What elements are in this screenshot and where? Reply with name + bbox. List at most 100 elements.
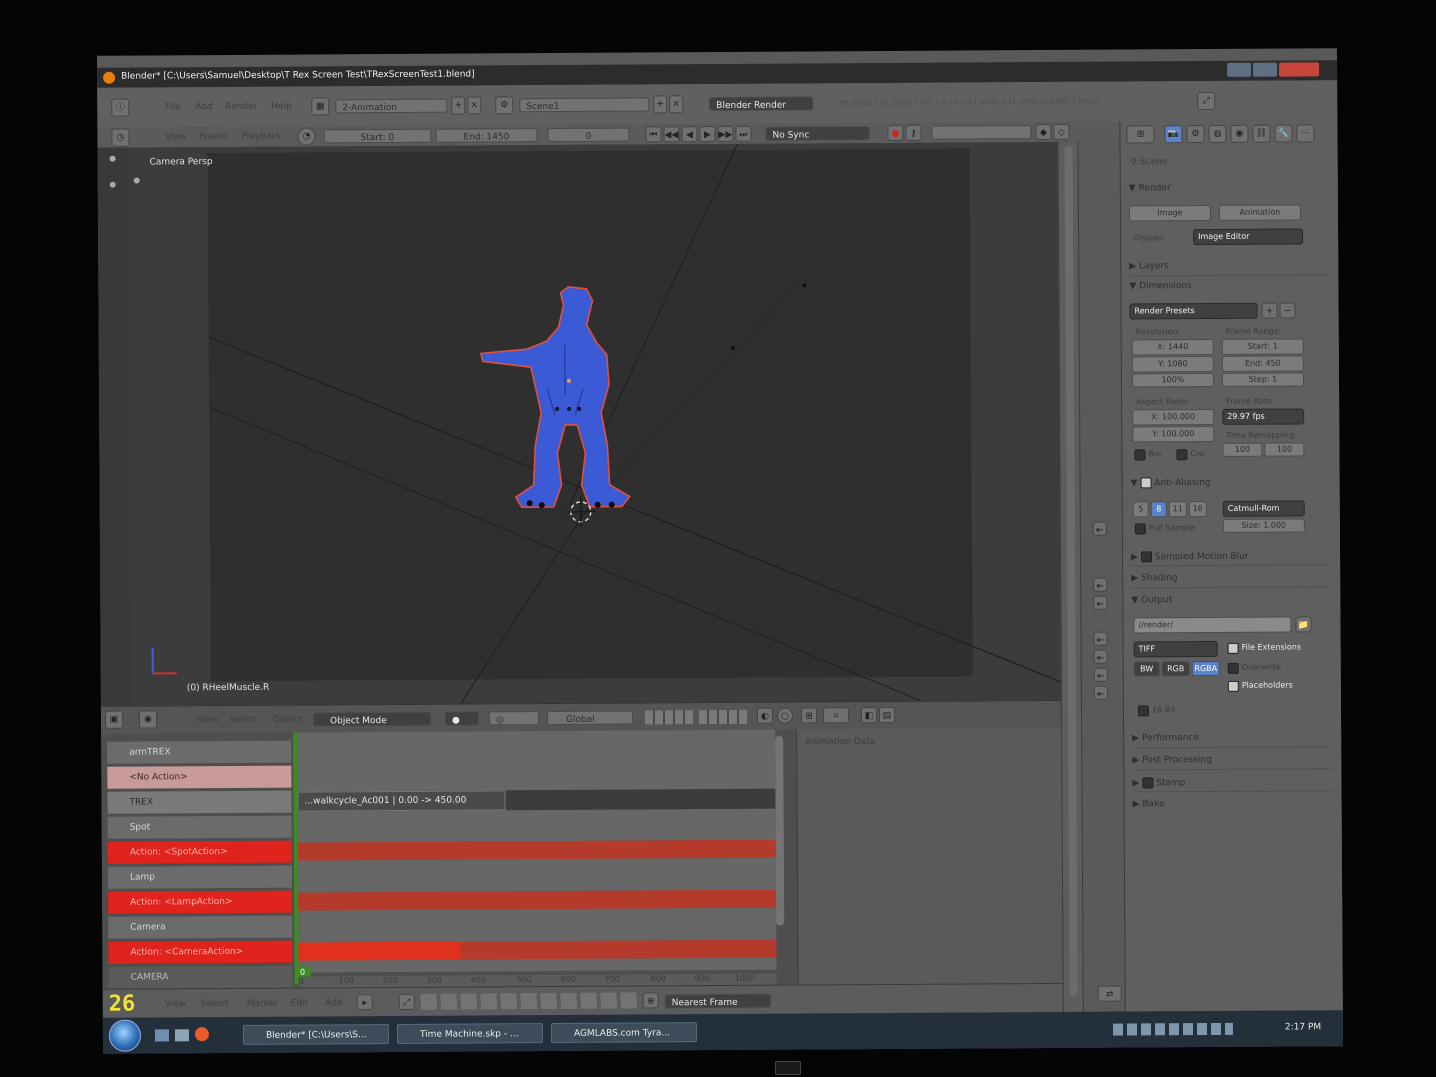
render-image-button[interactable]: Image — [1128, 204, 1211, 222]
snap-icon[interactable]: ○ — [776, 707, 794, 724]
tool-icon-d[interactable]: ⇤ — [1093, 631, 1108, 646]
output-panel-header[interactable]: ▼ Output — [1131, 595, 1172, 605]
aa-filter-select[interactable]: Catmull-Rom — [1222, 500, 1305, 517]
aa-samples-5[interactable]: 5 — [1132, 501, 1149, 518]
world-tab-icon[interactable]: ◍ — [1208, 124, 1227, 144]
output-path-field[interactable]: //render/ — [1133, 616, 1292, 634]
system-tray-icons[interactable] — [1112, 1022, 1233, 1036]
antialiasing-panel-header[interactable]: ▼ Anti-Aliasing — [1131, 477, 1211, 488]
nla-channel-camera-action[interactable]: Action: <CameraAction> — [108, 940, 293, 964]
nla-channel-lamp-action[interactable]: Action: <LampAction> — [108, 890, 293, 914]
nla-menu-view[interactable]: View — [165, 999, 186, 1009]
dimensions-panel-header[interactable]: ▼ Dimensions — [1129, 281, 1191, 291]
pivot-select[interactable]: ◎ — [488, 711, 540, 726]
menu-render[interactable]: Render — [225, 102, 257, 112]
shading-panel-header[interactable]: ▶ Shading — [1131, 573, 1177, 583]
tool-icon-b[interactable]: ⇤ — [1093, 577, 1108, 592]
scene-icon[interactable]: ⚙ — [495, 96, 514, 115]
fullscreen-icon[interactable]: ⤢ — [1197, 91, 1216, 111]
jump-end-icon[interactable]: ⏭ — [735, 125, 752, 142]
bake-panel-header[interactable]: ▶ Bake — [1133, 799, 1165, 809]
nla-channel-armtrex[interactable]: armTREX — [107, 740, 292, 764]
start-button-icon[interactable] — [108, 1019, 142, 1052]
resolution-percent-field[interactable]: 100% — [1131, 372, 1215, 388]
render-anim-icon[interactable]: ▤ — [878, 706, 896, 724]
viewport-scrollbar[interactable] — [1064, 145, 1078, 996]
jump-keyframe-forward-icon[interactable]: ▶▶ — [717, 125, 734, 143]
color-rgb-button[interactable]: RGB — [1161, 661, 1190, 677]
remove-screen-icon[interactable]: × — [467, 96, 482, 115]
frame-end-field[interactable]: End: 450 — [1221, 355, 1304, 372]
render-tab-icon[interactable]: 📷 — [1164, 125, 1183, 144]
end-frame-field[interactable]: End: 1450 — [435, 128, 538, 143]
layer-buttons-1[interactable] — [644, 710, 694, 725]
timeline-menu-playback[interactable]: Playback — [241, 132, 281, 142]
tool-icon-f[interactable]: ⇤ — [1093, 667, 1108, 682]
nla-channel-trex-track[interactable]: TREX — [107, 790, 292, 814]
add-scene-icon[interactable]: + — [653, 95, 668, 114]
play-reverse-icon[interactable]: ◀ — [681, 126, 698, 143]
nla-camera-strip-highlight[interactable] — [298, 941, 461, 961]
sync-mode-select[interactable]: No Sync — [765, 126, 870, 141]
display-select[interactable]: Image Editor — [1193, 228, 1304, 246]
snap-mode-select[interactable]: Nearest Frame — [664, 993, 771, 1009]
object-tab-icon[interactable]: ◉ — [1230, 124, 1249, 143]
nla-menu-edit[interactable]: Edit — [291, 999, 308, 1009]
keying-set-field[interactable] — [931, 125, 1032, 140]
quicklaunch-switch-icon[interactable] — [174, 1029, 189, 1042]
timeline-menu-view[interactable]: View — [165, 132, 186, 142]
nla-channel-spot[interactable]: Spot — [107, 815, 292, 839]
nla-tool-icon-1[interactable]: ▸ — [356, 994, 373, 1011]
overwrite-checkbox[interactable] — [1227, 662, 1239, 674]
close-button[interactable] — [1279, 62, 1320, 77]
nla-editor[interactable]: armTREX <No Action> TREX Spot Action: <S… — [101, 729, 798, 989]
nla-channel-spot-action[interactable]: Action: <SpotAction> — [107, 840, 292, 864]
jump-keyframe-back-icon[interactable]: ◀◀ — [663, 126, 680, 143]
nla-spot-action-strip[interactable] — [297, 839, 776, 861]
screen-layout-icon[interactable]: ▦ — [311, 97, 330, 116]
nla-menu-select[interactable]: Select — [201, 999, 229, 1009]
add-screen-icon[interactable]: + — [451, 96, 466, 115]
render-panel-header[interactable]: ▼ Render — [1129, 183, 1171, 193]
preview-range-icon[interactable]: ◔ — [297, 127, 316, 146]
trex-model[interactable] — [468, 284, 669, 525]
menu-file[interactable]: File — [165, 102, 180, 112]
nla-snap-icon[interactable]: ⊕ — [642, 992, 659, 1009]
render-engine-select[interactable]: Blender Render — [709, 96, 814, 112]
aa-size-field[interactable]: Size: 1.000 — [1222, 518, 1305, 533]
tool-icon-g[interactable]: ⇤ — [1093, 685, 1108, 700]
taskbar-item-browser[interactable]: AGMLABS.com Tyra... — [550, 1022, 697, 1044]
3d-viewport[interactable]: Camera Persp (0) RHeelMuscle.R — [97, 141, 1061, 706]
timeline-editor-icon[interactable]: ◷ — [111, 128, 130, 147]
resolution-y-field[interactable]: Y: 1080 — [1131, 355, 1214, 373]
tool-icon-e[interactable]: ⇤ — [1093, 649, 1108, 664]
snap-element-icon[interactable]: ⌗ — [822, 707, 850, 724]
jump-start-icon[interactable]: ⏮ — [645, 126, 662, 143]
color-rgba-button[interactable]: RGBA — [1191, 660, 1220, 677]
3d-menu-select[interactable]: Select — [229, 715, 257, 725]
remap-new-field[interactable]: 100 — [1264, 442, 1305, 457]
quicklaunch-browser-icon[interactable] — [194, 1027, 209, 1042]
stamp-checkbox[interactable] — [1142, 777, 1154, 789]
nla-channel-noaction[interactable]: <No Action> — [107, 765, 292, 789]
shading-select[interactable]: ● — [444, 711, 480, 726]
file-format-select[interactable]: TIFF — [1133, 640, 1218, 658]
crop-checkbox[interactable] — [1176, 449, 1188, 461]
play-icon[interactable]: ▶ — [699, 126, 716, 143]
layers-panel-header[interactable]: ▶ Layers — [1129, 261, 1169, 271]
tool-icon-a[interactable]: ⇤ — [1092, 521, 1107, 536]
file-extensions-checkbox[interactable] — [1227, 642, 1239, 654]
constraints-tab-icon[interactable]: ⛓ — [1252, 124, 1271, 143]
animation-data-header[interactable]: Animation Data — [805, 737, 875, 747]
nla-tool-icon-2[interactable]: ⤢ — [398, 993, 415, 1010]
data-tab-icon[interactable]: ⋯ — [1296, 124, 1315, 143]
preset-remove-icon[interactable]: − — [1279, 302, 1296, 319]
quicklaunch-desktop-icon[interactable] — [154, 1029, 169, 1042]
frame-step-field[interactable]: Step: 1 — [1221, 372, 1305, 387]
aa-samples-11[interactable]: 11 — [1168, 501, 1187, 518]
motion-blur-checkbox[interactable] — [1140, 551, 1152, 563]
scene-tab-icon[interactable]: ⚙ — [1186, 125, 1205, 144]
aspect-y-field[interactable]: Y: 100.000 — [1132, 425, 1215, 443]
aspect-x-field[interactable]: X: 100.000 — [1132, 408, 1215, 426]
nla-channel-camera[interactable]: Camera — [108, 915, 293, 939]
